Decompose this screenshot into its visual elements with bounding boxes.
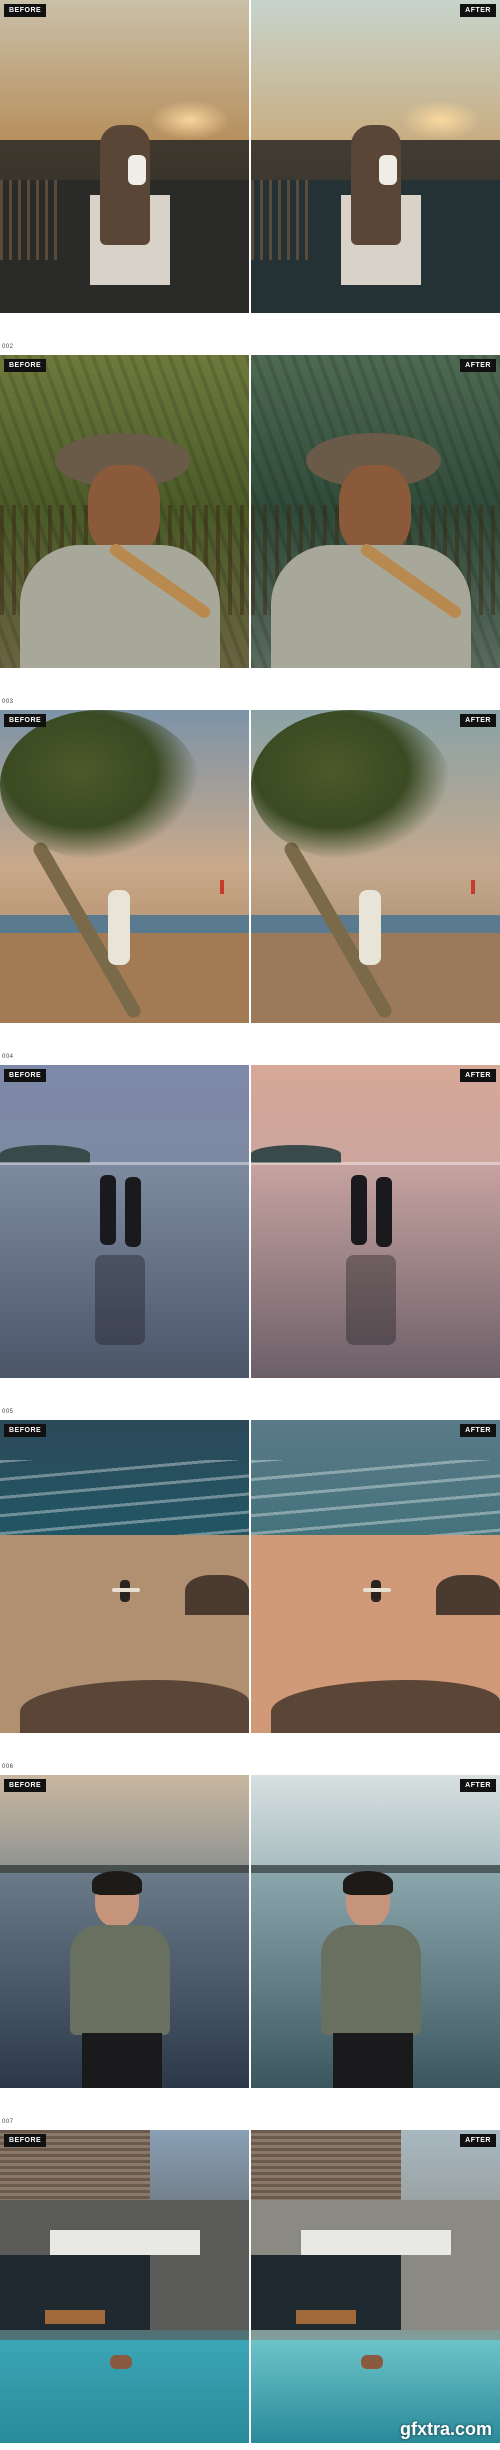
comparison-section: BEFORE AFTER [0, 0, 500, 313]
waves [0, 1460, 249, 1540]
white-wall [50, 2230, 200, 2255]
pants [82, 2033, 162, 2088]
hair [343, 1871, 393, 1895]
reflection [95, 1255, 145, 1345]
before-label: BEFORE [4, 2134, 47, 2147]
before-after-pair: BEFORE AFTER [0, 710, 500, 1023]
rocks-right [185, 1575, 249, 1615]
headland [251, 1145, 341, 1163]
after-photo: AFTER [251, 355, 500, 668]
before-photo: BEFORE [0, 355, 249, 668]
before-after-pair: BEFORE AFTER [0, 355, 500, 668]
person-standing [359, 890, 381, 965]
before-after-pair: BEFORE AFTER [0, 2130, 500, 2443]
runner-two [125, 1177, 141, 1247]
after-photo: AFTER [251, 1065, 500, 1378]
white-wall [301, 2230, 451, 2255]
before-after-pair: BEFORE AFTER [0, 1420, 500, 1733]
after-label: AFTER [460, 2134, 496, 2147]
surfboard [112, 1588, 140, 1592]
red-flag [471, 880, 475, 894]
before-label: BEFORE [4, 714, 47, 727]
palm-fronds [251, 710, 451, 860]
after-photo: AFTER [251, 0, 500, 313]
couple-silhouette [100, 125, 150, 245]
runner-two [376, 1177, 392, 1247]
before-photo: BEFORE [0, 710, 249, 1023]
hair [92, 1871, 142, 1895]
swimmer [361, 2355, 383, 2369]
railing [0, 180, 60, 260]
before-photo: BEFORE [0, 2130, 249, 2443]
section-number: 006 [2, 1764, 14, 1770]
sun-glow [150, 100, 230, 140]
after-label: AFTER [460, 714, 496, 727]
runner-one [351, 1175, 367, 1245]
rocks-right [436, 1575, 500, 1615]
before-after-pair: BEFORE AFTER [0, 1775, 500, 2088]
swimmer [110, 2355, 132, 2369]
lounge-chairs [45, 2310, 105, 2324]
palm-fronds [0, 710, 200, 860]
headland [0, 1145, 90, 1163]
after-label: AFTER [460, 1069, 496, 1082]
lounge-chairs [296, 2310, 356, 2324]
comparison-section: 006 BEFORE AFTER [0, 1760, 500, 2088]
reflection [346, 1255, 396, 1345]
face [339, 465, 411, 555]
after-photo: AFTER [251, 1420, 500, 1733]
comparison-section: 003 BEFORE AFTER [0, 695, 500, 1023]
comparison-section: 007 BEFORE AFTER [0, 2115, 500, 2443]
railing [251, 180, 311, 260]
after-label: AFTER [460, 1424, 496, 1437]
watermark-text: gfxtra.com [399, 2419, 492, 2439]
before-label: BEFORE [4, 1069, 47, 1082]
tshirt [70, 1925, 170, 2035]
face [88, 465, 160, 555]
section-number: 002 [2, 344, 14, 350]
couple-silhouette [351, 125, 401, 245]
pants [333, 2033, 413, 2088]
after-photo: AFTER [251, 2130, 500, 2443]
before-photo: BEFORE [0, 1775, 249, 2088]
after-photo: AFTER [251, 710, 500, 1023]
comparison-section: 004 BEFORE AFTER [0, 1050, 500, 1378]
before-photo: BEFORE [0, 0, 249, 313]
before-photo: BEFORE [0, 1065, 249, 1378]
waves [251, 1460, 500, 1540]
runner-one [100, 1175, 116, 1245]
woman-top [379, 155, 397, 185]
after-label: AFTER [460, 359, 496, 372]
section-number: 005 [2, 1409, 14, 1415]
after-label: AFTER [460, 1779, 496, 1792]
surfboard [363, 1588, 391, 1592]
before-photo: BEFORE [0, 1420, 249, 1733]
before-label: BEFORE [4, 1779, 47, 1792]
comparison-section: 002 BEFORE AFTER [0, 340, 500, 668]
tshirt [321, 1925, 421, 2035]
section-number: 007 [2, 2119, 14, 2125]
section-number: 004 [2, 1054, 14, 1060]
comparison-section: 005 BEFORE AFTER [0, 1405, 500, 1733]
before-label: BEFORE [4, 359, 47, 372]
after-label: AFTER [460, 4, 496, 17]
sun-glow [401, 100, 481, 140]
red-flag [220, 880, 224, 894]
before-after-pair: BEFORE AFTER [0, 0, 500, 313]
after-photo: AFTER [251, 1775, 500, 2088]
section-number: 003 [2, 699, 14, 705]
roof-slats [251, 2130, 401, 2200]
before-after-pair: BEFORE AFTER [0, 1065, 500, 1378]
before-label: BEFORE [4, 1424, 47, 1437]
woman-top [128, 155, 146, 185]
person-standing [108, 890, 130, 965]
before-label: BEFORE [4, 4, 47, 17]
